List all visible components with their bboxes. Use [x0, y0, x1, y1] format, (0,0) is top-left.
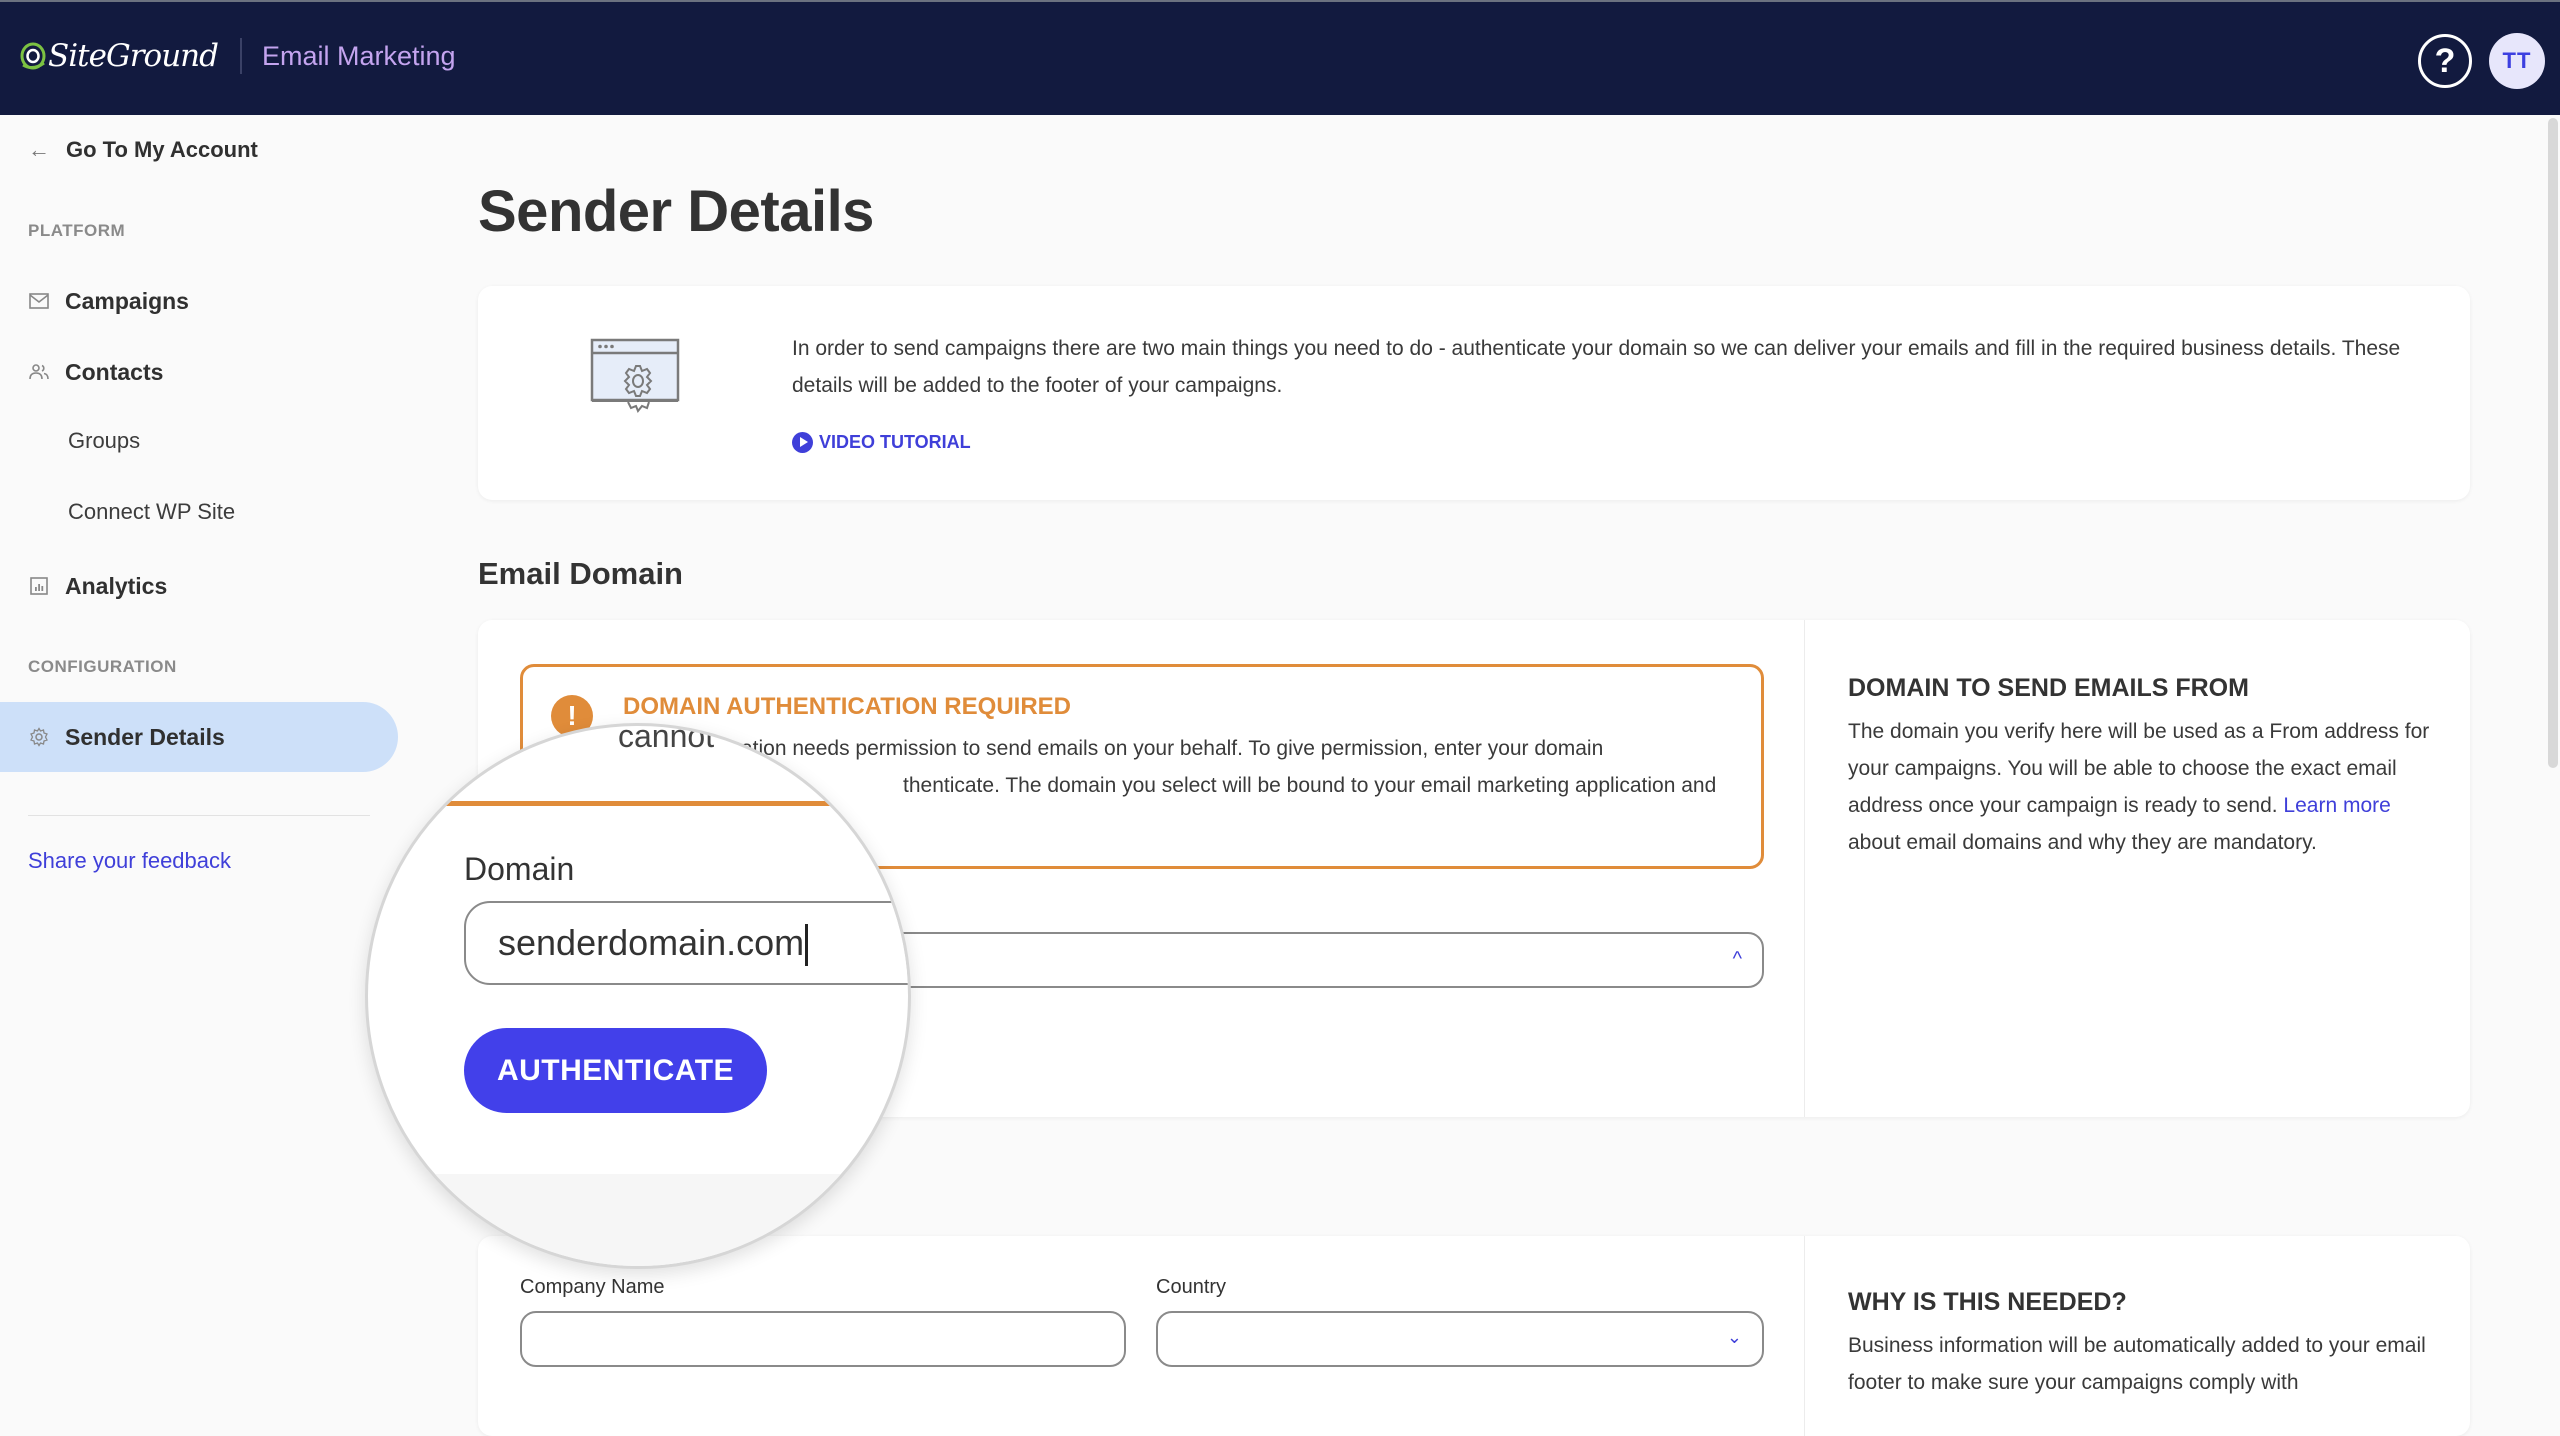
sidebar-item-analytics[interactable]: Analytics: [0, 551, 400, 621]
intro-text: In order to send campaigns there are two…: [792, 337, 2401, 397]
learn-more-link[interactable]: Learn more: [2283, 794, 2390, 817]
sidebar-item-campaigns[interactable]: Campaigns: [0, 266, 400, 336]
business-details-card: Company Name Country ⌄ WHY IS THIS NEEDE…: [478, 1236, 2470, 1436]
chevron-down-icon: ⌄: [1726, 1327, 1742, 1347]
users-icon: [28, 361, 50, 383]
country-select[interactable]: ⌄: [1156, 1311, 1764, 1367]
email-domain-heading: Email Domain: [478, 556, 683, 591]
user-avatar[interactable]: TT: [2489, 33, 2545, 89]
help-button[interactable]: ?: [2418, 34, 2472, 88]
video-tutorial-label: VIDEO TUTORIAL: [819, 432, 971, 452]
company-name-input[interactable]: [520, 1311, 1126, 1367]
sidebar-item-label: Sender Details: [65, 723, 225, 750]
text-caret: [805, 924, 809, 967]
video-tutorial-link[interactable]: VIDEO TUTORIAL: [792, 432, 971, 453]
warning-title: DOMAIN AUTHENTICATION REQUIRED: [623, 693, 1071, 720]
magnified-warning-text: cannot: [618, 723, 715, 754]
domain-help: DOMAIN TO SEND EMAILS FROM The domain yo…: [1848, 674, 2438, 861]
business-help-title: WHY IS THIS NEEDED?: [1848, 1288, 2127, 1316]
play-circle-icon: [792, 432, 813, 453]
share-feedback-link[interactable]: Share your feedback: [28, 848, 231, 874]
domain-help-title: DOMAIN TO SEND EMAILS FROM: [1848, 674, 2249, 702]
country-label: Country: [1156, 1276, 1227, 1298]
page-scrollbar[interactable]: [2548, 118, 2558, 768]
envelope-icon: [28, 290, 50, 312]
business-help-text: Business information will be automatical…: [1848, 1334, 2426, 1394]
top-bar: SiteGround Email Marketing ? TT: [0, 0, 2560, 115]
brand-name: SiteGround: [48, 38, 219, 74]
sidebar-divider: [28, 815, 370, 816]
domain-input-value: senderdomain.com: [498, 922, 805, 963]
domain-help-text-part: about email domains and why they are man…: [1848, 831, 2317, 854]
sidebar-item-groups[interactable]: Groups: [68, 428, 140, 454]
settings-window-illustration: [590, 338, 680, 413]
domain-help-text: The domain you verify here will be used …: [1848, 713, 2438, 861]
go-to-my-account-link[interactable]: ← Go To My Account: [28, 137, 258, 163]
authenticate-button[interactable]: AUTHENTICATE: [464, 1028, 767, 1113]
magnified-background: [368, 1174, 908, 1266]
sidebar: ← Go To My Account PLATFORM Campaigns Co…: [0, 115, 400, 1397]
chart-icon: [28, 575, 50, 597]
app-name: Email Marketing: [261, 40, 456, 71]
business-help: WHY IS THIS NEEDED? Business information…: [1848, 1288, 2438, 1401]
gear-icon: [28, 726, 50, 748]
siteground-logo[interactable]: SiteGround Email Marketing: [20, 38, 456, 74]
sidebar-item-label: Contacts: [65, 358, 164, 385]
domain-label: Domain: [464, 851, 575, 887]
section-label-configuration: CONFIGURATION: [28, 657, 177, 676]
sidebar-item-connect-wp-site[interactable]: Connect WP Site: [68, 499, 235, 525]
back-link-label: Go To My Account: [66, 137, 258, 162]
company-name-label: Company Name: [520, 1276, 665, 1298]
page-title: Sender Details: [478, 179, 874, 244]
sidebar-item-label: Campaigns: [65, 287, 189, 314]
domain-input[interactable]: senderdomain.com: [464, 901, 908, 985]
section-label-platform: PLATFORM: [28, 221, 126, 240]
siteground-logo-icon: [20, 42, 46, 70]
question-circle-icon: ?: [2434, 42, 2456, 80]
intro-card: In order to send campaigns there are two…: [478, 286, 2470, 500]
magnifier-overlay: cannot Domain senderdomain.com AUTHENTIC…: [365, 723, 911, 1269]
logo-divider: [239, 38, 242, 74]
chevron-up-icon: ^: [1732, 948, 1742, 970]
arrow-left-icon: ←: [28, 137, 50, 162]
sidebar-item-label: Analytics: [65, 572, 168, 599]
sidebar-item-contacts[interactable]: Contacts: [0, 337, 400, 407]
sidebar-item-sender-details[interactable]: Sender Details: [0, 702, 398, 772]
